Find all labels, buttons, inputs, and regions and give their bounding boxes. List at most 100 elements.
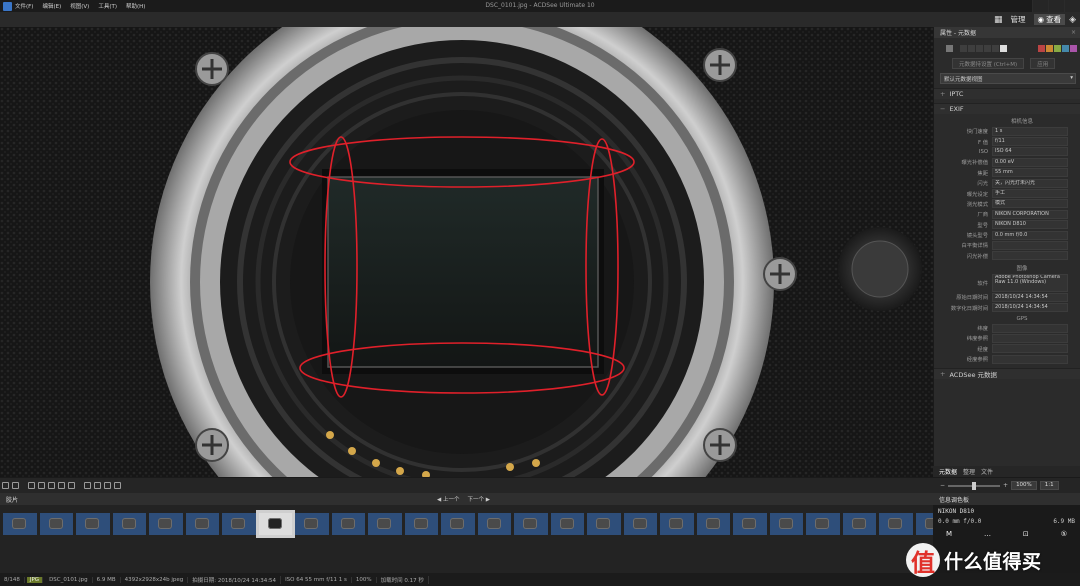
- filmstrip-thumbnail[interactable]: [331, 513, 365, 535]
- filmstrip-thumbnail[interactable]: [623, 513, 657, 535]
- filmstrip-thumbnail[interactable]: [587, 513, 621, 535]
- filmstrip-thumbnail[interactable]: [76, 513, 110, 535]
- manage-mode-button[interactable]: 管理: [1007, 14, 1030, 25]
- checkbox-icon[interactable]: [946, 44, 953, 52]
- filmstrip-thumbnail[interactable]: [769, 513, 803, 535]
- filmstrip-thumbnail[interactable]: [696, 513, 730, 535]
- slideshow-icon[interactable]: [84, 482, 91, 489]
- gps-value[interactable]: [992, 354, 1068, 364]
- exif-section-header[interactable]: − EXIF: [934, 103, 1080, 114]
- filmstrip-thumbnail[interactable]: [441, 513, 475, 535]
- exif-value[interactable]: ISO 64: [992, 147, 1068, 157]
- filmstrip-thumbnail[interactable]: [185, 513, 219, 535]
- filmstrip-thumbnail[interactable]: [660, 513, 694, 535]
- color-label-red[interactable]: [1038, 44, 1045, 52]
- rating-swatch[interactable]: [960, 44, 967, 52]
- exif-value[interactable]: 1 s: [992, 126, 1068, 136]
- filmstrip-thumbnail[interactable]: [514, 513, 548, 535]
- exif-value[interactable]: [992, 251, 1068, 261]
- filmstrip-thumbnail[interactable]: [368, 513, 402, 535]
- metadata-view-select[interactable]: 默认元数据视图 ▾: [940, 73, 1076, 84]
- rating-swatch[interactable]: [968, 44, 975, 52]
- rating-swatch[interactable]: [976, 44, 983, 52]
- exif-value[interactable]: 0.0 mm f/0.0: [992, 230, 1068, 240]
- image-value[interactable]: 2018/10/24 14:34:54: [992, 292, 1068, 302]
- zoom-in-icon[interactable]: +: [1003, 482, 1008, 489]
- image-viewer[interactable]: [0, 27, 933, 477]
- exif-value[interactable]: 手工: [992, 189, 1068, 199]
- filmstrip-thumbnail[interactable]: [477, 513, 511, 535]
- compare-icon[interactable]: [94, 482, 101, 489]
- menu-tools[interactable]: 工具(T): [98, 2, 117, 10]
- tab-file[interactable]: 文件: [981, 467, 993, 476]
- filmstrip-thumbnail[interactable]: [295, 513, 329, 535]
- exif-row: 测光模式 模式: [934, 199, 1080, 209]
- close-window-button[interactable]: [1064, 0, 1080, 12]
- gps-value[interactable]: [992, 344, 1068, 354]
- exif-value[interactable]: f/11: [992, 137, 1068, 147]
- iptc-section-header[interactable]: + IPTC: [934, 88, 1080, 99]
- zoom-slider[interactable]: [948, 481, 1001, 490]
- exif-value[interactable]: [992, 240, 1068, 250]
- rotate-left-icon[interactable]: [2, 482, 9, 489]
- filmstrip-thumbnail[interactable]: [806, 513, 840, 535]
- gps-value[interactable]: [992, 323, 1068, 333]
- develop-icon[interactable]: ◈: [1069, 15, 1076, 25]
- color-label-purple[interactable]: [1070, 44, 1077, 52]
- maximize-button[interactable]: [1048, 0, 1064, 12]
- gps-value[interactable]: [992, 333, 1068, 343]
- exif-value[interactable]: 模式: [992, 199, 1068, 209]
- filmstrip-thumbnail[interactable]: [842, 513, 876, 535]
- clear-swatch[interactable]: [1000, 44, 1007, 52]
- filmstrip-thumbnail[interactable]: [222, 513, 256, 535]
- apply-button[interactable]: 应用: [1030, 58, 1056, 69]
- filmstrip-thumbnail[interactable]: [112, 513, 146, 535]
- menu-help[interactable]: 帮助(H): [126, 2, 145, 10]
- grid-icon[interactable]: ▦: [994, 15, 1003, 25]
- zoom-value[interactable]: 100%: [1011, 481, 1037, 490]
- exif-value[interactable]: 关，闪光灯未闪光: [992, 178, 1068, 188]
- hand-icon[interactable]: [28, 482, 35, 489]
- actual-size-button[interactable]: 1:1: [1039, 481, 1059, 490]
- filmstrip-thumbnail[interactable]: [915, 513, 933, 535]
- rating-swatch[interactable]: [984, 44, 991, 52]
- histogram-icon[interactable]: [104, 482, 111, 489]
- color-label-blue[interactable]: [1062, 44, 1069, 52]
- settings-icon[interactable]: [114, 482, 121, 489]
- minimize-button[interactable]: [1032, 0, 1048, 12]
- exif-value[interactable]: 55 mm: [992, 168, 1068, 178]
- filmstrip-thumbnail[interactable]: [879, 513, 913, 535]
- next-button[interactable]: 下一个 ▶: [467, 495, 489, 503]
- image-value[interactable]: 2018/10/24 14:34:54: [992, 303, 1068, 313]
- rating-swatch[interactable]: [992, 44, 999, 52]
- exif-value[interactable]: NIKON D810: [992, 220, 1068, 230]
- color-label-orange[interactable]: [1046, 44, 1053, 52]
- filmstrip-thumbnail[interactable]: [149, 513, 183, 535]
- filmstrip-thumbnail[interactable]: [39, 513, 73, 535]
- acdsee-metadata-section[interactable]: + ACDSee 元数据: [934, 368, 1080, 380]
- filmstrip-thumbnail[interactable]: [550, 513, 584, 535]
- menu-view[interactable]: 视图(V): [70, 2, 89, 10]
- tab-organize[interactable]: 整理: [963, 467, 975, 476]
- tab-metadata[interactable]: 元数据: [939, 467, 957, 476]
- zoom-out-icon[interactable]: −: [940, 482, 945, 489]
- filmstrip-thumbnail[interactable]: [733, 513, 767, 535]
- crop-icon[interactable]: [68, 482, 75, 489]
- exif-value[interactable]: 0.00 eV: [992, 157, 1068, 167]
- filmstrip-thumbnail[interactable]: [255, 510, 295, 538]
- prev-button[interactable]: ◀ 上一个: [437, 495, 459, 503]
- menu-file[interactable]: 文件(F): [15, 2, 33, 10]
- color-label-green[interactable]: [1054, 44, 1061, 52]
- fit-icon[interactable]: [58, 482, 65, 489]
- image-value[interactable]: Adobe Photoshop Camera Raw 11.0 (Windows…: [992, 273, 1068, 292]
- zoom-icon[interactable]: [48, 482, 55, 489]
- metadata-preset-button[interactable]: 元数据持设置 (Ctrl+M): [952, 58, 1025, 69]
- filmstrip-thumbnail[interactable]: [3, 513, 37, 535]
- filmstrip-thumbnail[interactable]: [404, 513, 438, 535]
- view-mode-button[interactable]: ◉ 查看: [1033, 14, 1066, 25]
- rotate-right-icon[interactable]: [12, 482, 19, 489]
- select-icon[interactable]: [38, 482, 45, 489]
- menu-edit[interactable]: 编辑(E): [42, 2, 61, 10]
- close-icon[interactable]: ×: [1071, 29, 1076, 36]
- exif-value[interactable]: NIKON CORPORATION: [992, 209, 1068, 219]
